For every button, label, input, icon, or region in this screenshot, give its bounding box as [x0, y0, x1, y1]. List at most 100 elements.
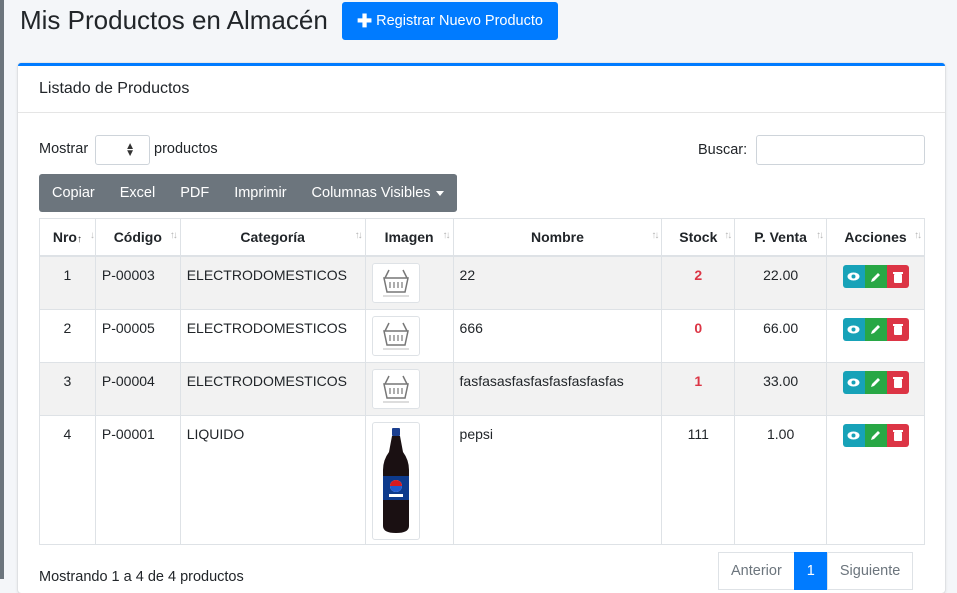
cell-nombre: 22 — [452, 255, 663, 310]
delete-button[interactable] — [886, 317, 909, 341]
no-image-placeholder — [371, 263, 420, 303]
pencil-icon — [870, 325, 880, 334]
no-image-placeholder — [371, 368, 420, 409]
next-page-button[interactable]: Siguiente — [826, 552, 914, 590]
header-imagen[interactable]: Imagen ↑↓ — [364, 218, 454, 257]
sort-icon: ↑↓ — [169, 230, 178, 241]
header-nro[interactable]: Nro↑ ↓ — [39, 218, 96, 257]
cell-precio: 22.00 — [734, 255, 828, 310]
cell-imagen — [364, 255, 454, 310]
cell-stock: 2 — [661, 255, 736, 310]
edit-button[interactable] — [864, 265, 887, 288]
cell-stock: 0 — [661, 308, 736, 363]
export-button-group: Copiar Excel PDF Imprimir Columnas Visib… — [39, 174, 457, 212]
cell-codigo: P-00001 — [94, 414, 181, 545]
view-button[interactable] — [842, 423, 865, 447]
delete-button[interactable] — [886, 423, 909, 447]
products-card: Listado de Productos Mostrar ▲ ▼ producto… — [18, 63, 945, 593]
cell-categoria: LIQUIDO — [179, 414, 366, 545]
pepsi-bottle-image — [371, 421, 420, 540]
sidebar-edge — [0, 0, 4, 579]
register-product-button[interactable]: ✚ Registrar Nuevo Producto — [342, 2, 558, 40]
view-button[interactable] — [842, 317, 865, 341]
table-row: 3 P-00004 ELECTRODOMESTICOS fasfasasfasf… — [39, 361, 925, 416]
pdf-button[interactable]: PDF — [168, 174, 223, 212]
cell-stock: 1 — [661, 361, 736, 416]
card-header: Listado de Productos — [18, 66, 945, 113]
table-row: 4 P-00001 LIQUIDO pepsi 111 1.00 — [39, 414, 925, 545]
products-table: Nro↑ ↓ Código ↑↓ Categoría ↑↓ Imagen ↑↓ Nomb… — [39, 218, 925, 545]
cell-precio: 1.00 — [734, 414, 828, 545]
edit-button[interactable] — [864, 423, 887, 447]
sort-icon: ↑↓ — [914, 230, 922, 241]
register-product-label: Registrar Nuevo Producto — [376, 13, 543, 29]
trash-icon — [892, 377, 903, 388]
plus-icon: ✚ — [357, 11, 373, 31]
cell-categoria: ELECTRODOMESTICOS — [179, 361, 366, 416]
cell-categoria: ELECTRODOMESTICOS — [179, 308, 366, 363]
column-visibility-label: Columnas Visibles — [311, 185, 431, 201]
eye-icon — [847, 378, 860, 386]
eye-icon — [847, 431, 860, 439]
cell-imagen — [364, 414, 454, 545]
pencil-icon — [870, 378, 880, 387]
column-visibility-button[interactable]: Columnas Visibles — [300, 174, 457, 212]
cell-nombre: fasfasasfasfasfasfasfasfas — [452, 361, 663, 416]
header-stock[interactable]: Stock ↑↓ — [661, 218, 736, 257]
length-suffix: productos — [154, 141, 218, 157]
search-label: Buscar: — [698, 142, 748, 158]
delete-button[interactable] — [886, 265, 909, 288]
header-nombre[interactable]: Nombre ↑↓ — [452, 218, 663, 257]
page-1-button[interactable]: 1 — [793, 552, 828, 590]
cell-imagen — [364, 308, 454, 363]
sort-icon: ↑↓ — [816, 230, 824, 241]
excel-button[interactable]: Excel — [108, 174, 169, 212]
cell-codigo: P-00005 — [94, 308, 181, 363]
no-image-placeholder — [371, 315, 420, 356]
prev-page-button[interactable]: Anterior — [718, 552, 795, 590]
print-button[interactable]: Imprimir — [222, 174, 300, 212]
cell-precio: 33.00 — [734, 361, 828, 416]
trash-icon — [892, 430, 903, 441]
cell-precio: 66.00 — [734, 308, 828, 363]
cell-acciones — [826, 255, 925, 310]
sort-icon: ↑↓ — [442, 230, 451, 241]
length-label: Mostrar — [39, 141, 89, 157]
cell-codigo: P-00003 — [94, 255, 181, 310]
view-button[interactable] — [842, 265, 865, 288]
sort-icon: ↑↓ — [724, 230, 732, 241]
delete-button[interactable] — [886, 370, 909, 394]
cell-codigo: P-00004 — [94, 361, 181, 416]
sort-icon: ↑↓ — [354, 230, 363, 241]
sort-icon: ↑↓ — [651, 230, 659, 241]
caret-down-icon — [435, 190, 444, 196]
pencil-icon — [870, 272, 880, 282]
cell-nombre: pepsi — [452, 414, 663, 545]
pencil-icon — [870, 431, 880, 440]
eye-icon — [847, 325, 860, 333]
cell-nro: 1 — [39, 255, 96, 310]
cell-nro: 2 — [39, 308, 96, 363]
select-arrows-icon: ▲ ▼ — [125, 141, 135, 159]
copy-button[interactable]: Copiar — [39, 174, 108, 212]
table-info: Mostrando 1 a 4 de 4 productos — [39, 569, 244, 585]
header-categoria[interactable]: Categoría ↑↓ — [179, 218, 366, 257]
edit-button[interactable] — [864, 370, 887, 394]
eye-icon — [847, 272, 860, 281]
header-precio-venta[interactable]: P. Venta ↑↓ — [734, 218, 828, 257]
length-select[interactable]: ▲ ▼ — [95, 135, 150, 165]
view-button[interactable] — [842, 370, 865, 394]
header-codigo[interactable]: Código ↑↓ — [94, 218, 181, 257]
edit-button[interactable] — [864, 317, 887, 341]
cell-nombre: 666 — [452, 308, 663, 363]
sort-icon: ↓ — [89, 230, 95, 241]
trash-icon — [892, 271, 903, 283]
table-row: 1 P-00003 ELECTRODOMESTICOS 22 2 22.00 — [39, 255, 925, 310]
trash-icon — [892, 324, 903, 335]
table-row: 2 P-00005 ELECTRODOMESTICOS 666 0 66.00 — [39, 308, 925, 363]
pagination: Anterior 1 Siguiente — [718, 552, 914, 590]
cell-acciones — [826, 361, 925, 416]
header-acciones[interactable]: Acciones ↑↓ — [826, 218, 925, 257]
cell-categoria: ELECTRODOMESTICOS — [179, 255, 366, 310]
search-input[interactable] — [756, 135, 925, 165]
